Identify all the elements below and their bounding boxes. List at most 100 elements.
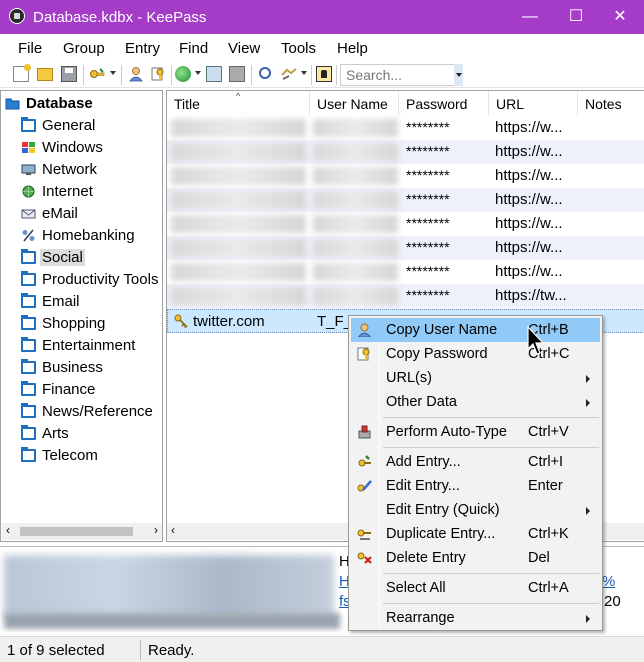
blurred-user [313,263,398,281]
menu-item-rearrange[interactable]: Rearrange [351,606,600,630]
copy-username-icon[interactable] [128,66,144,82]
entry-list-icon[interactable] [281,66,297,82]
menu-find[interactable]: Find [179,40,208,57]
minimize-button[interactable]: — [510,4,550,30]
blurred-user [313,239,398,257]
password-cell: ******** [406,143,450,159]
toolbar-separator [251,65,252,85]
column-user-name[interactable]: User Name [310,91,399,116]
tree-item-label: Homebanking [42,227,135,244]
add-entry-icon[interactable] [89,66,105,82]
folder-icon [21,381,36,396]
menu-view[interactable]: View [228,40,260,57]
tree-item-label: Internet [42,183,93,200]
copy-password-icon [357,347,370,361]
scroll-right-arrow-icon[interactable]: › [154,523,158,537]
search-input[interactable]: Search... [340,64,462,86]
menu-tools[interactable]: Tools [281,40,316,57]
menu-file[interactable]: File [18,40,42,57]
toolbar-separator [311,65,312,85]
menu-item-urls[interactable]: URL(s) [351,366,600,390]
table-row[interactable]: ******** https://w... [167,260,644,284]
details-fragment: 20 [604,593,621,610]
add-entry-dropdown-icon[interactable] [110,71,116,75]
open-url-dropdown-icon[interactable] [195,71,201,75]
column-notes[interactable]: Notes [578,91,644,116]
scroll-left-arrow-icon[interactable]: ‹ [6,523,10,537]
blurred-title [171,287,306,305]
tree-item-label: General [42,117,96,134]
menu-item-add-entry[interactable]: Add Entry... Ctrl+I [351,450,600,474]
scroll-left-arrow-icon[interactable]: ‹ [171,523,175,537]
menu-help[interactable]: Help [337,40,368,57]
entry-list-header: Title ^ User Name Password URL Notes [167,91,644,116]
maximize-button[interactable]: ☐ [556,4,596,30]
menu-item-delete-entry[interactable]: Delete Entry Del [351,546,600,570]
table-row[interactable]: ******** https://w... [167,236,644,260]
status-bar: 1 of 9 selected Ready. [0,636,644,662]
column-password[interactable]: Password [399,91,489,116]
tree-item-label: Finance [42,381,96,398]
open-database-icon[interactable] [37,68,53,81]
toolbar-separator [171,65,172,85]
password-cell: ******** [406,167,450,183]
folder-icon [21,425,36,440]
blurred-user [313,119,398,137]
table-row[interactable]: ******** https://tw... [167,284,644,308]
submenu-arrow-icon [586,399,590,407]
auto-type-icon [358,425,371,439]
table-row[interactable]: ******** https://w... [167,188,644,212]
new-database-icon[interactable] [13,64,31,82]
table-row[interactable]: ******** https://w... [167,212,644,236]
entry-list-dropdown-icon[interactable] [301,71,307,75]
menu-item-edit-entry[interactable]: Edit Entry... Enter [351,474,600,498]
table-row[interactable]: ******** https://w... [167,164,644,188]
menu-item-edit-entry-quick[interactable]: Edit Entry (Quick) [351,498,600,522]
lock-workspace-icon[interactable] [316,66,332,82]
group-tree[interactable]: Database General Windows Network Interne… [0,90,163,542]
globe-icon [22,185,35,198]
menu-item-label: Edit Entry (Quick) [386,502,500,518]
menu-item-copy-password[interactable]: Copy Password Ctrl+C [351,342,600,366]
menu-entry[interactable]: Entry [125,40,160,57]
table-row[interactable]: ******** https://w... [167,116,644,140]
menu-group[interactable]: Group [63,40,105,57]
menu-item-copy-user-name[interactable]: Copy User Name Ctrl+B [351,318,600,342]
password-cell: ******** [406,239,450,255]
blurred-title [171,167,306,185]
column-url[interactable]: URL [489,91,578,116]
url-cell: https://w... [495,119,563,136]
status-text: Ready. [148,642,195,659]
tree-item-label: Arts [42,425,69,442]
blurred-user [313,143,398,161]
menu-item-other-data[interactable]: Other Data [351,390,600,414]
copy-url-icon[interactable] [206,66,222,82]
find-icon[interactable] [259,67,271,79]
tree-item-label: Business [42,359,103,376]
details-link[interactable]: % [602,573,615,590]
column-title[interactable]: Title ^ [167,91,310,116]
title-bar[interactable]: Database.kdbx - KeePass — ☐ ✕ [0,0,644,34]
menu-item-label: Duplicate Entry... [386,526,496,542]
submenu-arrow-icon [586,507,590,515]
close-button[interactable]: ✕ [600,4,640,30]
duplicate-entry-icon [357,529,371,540]
table-row[interactable]: ******** https://w... [167,140,644,164]
scroll-thumb[interactable] [20,527,133,536]
auto-type-icon[interactable] [229,66,245,82]
blurred-user [313,167,398,185]
blurred-title [171,215,306,233]
menu-item-duplicate-entry[interactable]: Duplicate Entry... Ctrl+K [351,522,600,546]
menu-item-perform-auto-type[interactable]: Perform Auto-Type Ctrl+V [351,420,600,444]
tree-root-label: Database [26,95,93,112]
menu-item-select-all[interactable]: Select All Ctrl+A [351,576,600,600]
tree-horizontal-scrollbar[interactable]: ‹ › [2,523,162,540]
open-url-icon[interactable] [175,66,191,82]
copy-password-icon[interactable] [150,66,166,82]
folder-icon [21,293,36,308]
folder-icon [21,249,36,264]
search-dropdown-icon[interactable] [454,64,463,86]
save-icon[interactable] [61,66,77,82]
menu-separator [383,417,599,418]
menu-item-label: Perform Auto-Type [386,424,507,440]
